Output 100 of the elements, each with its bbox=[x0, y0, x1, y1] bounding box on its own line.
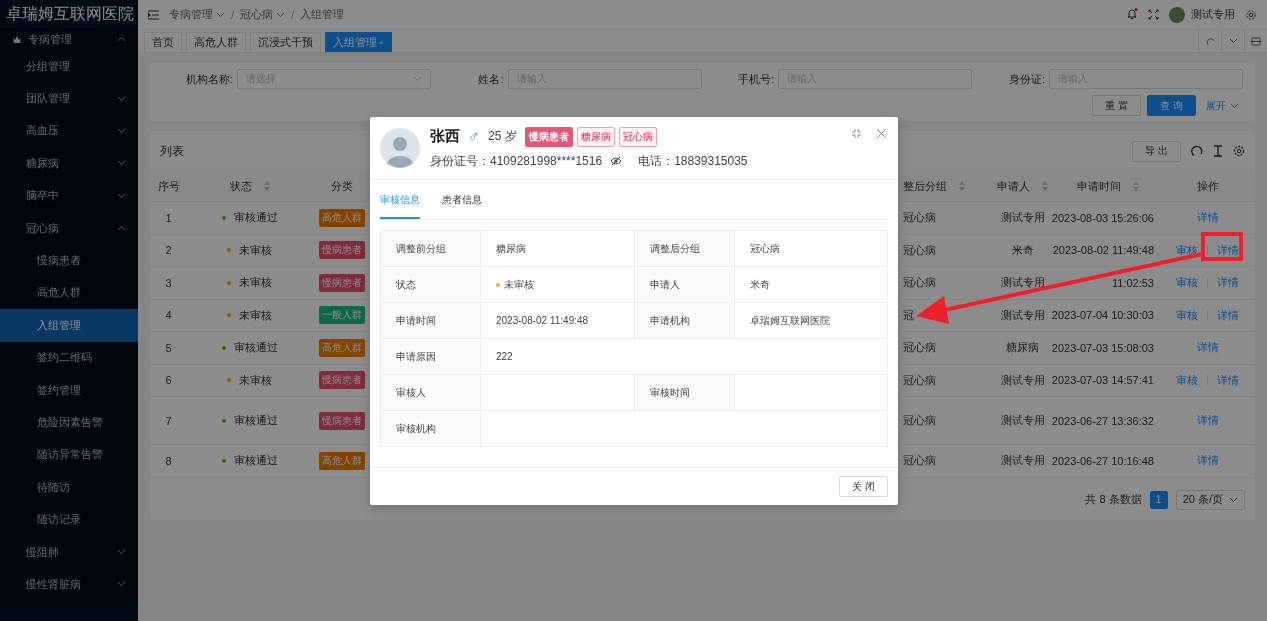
chevron-up-icon bbox=[117, 36, 126, 42]
chevron-down-icon bbox=[412, 76, 422, 82]
refresh-icon[interactable] bbox=[1191, 145, 1203, 157]
expand-icon[interactable] bbox=[1251, 36, 1261, 46]
sidebar-item[interactable]: 危险因素告警 bbox=[0, 406, 138, 439]
sidebar-item[interactable]: 脑卒中 bbox=[0, 179, 138, 212]
patient-tag: 糖尿病 bbox=[576, 126, 615, 147]
action-link[interactable]: 详情 bbox=[1217, 275, 1239, 291]
user-name[interactable]: 测试专用 bbox=[1191, 7, 1235, 22]
action-link[interactable]: 审核 bbox=[1176, 307, 1198, 323]
table-cell: 测试专用 bbox=[1000, 275, 1045, 291]
field-value: 2023-08-02 11:49:48 bbox=[496, 315, 589, 326]
field-label: 申请时间 bbox=[396, 313, 436, 328]
eye-slash-icon[interactable] bbox=[610, 156, 623, 166]
dialog-tab[interactable]: 患者信息 bbox=[442, 193, 482, 219]
page-size-select[interactable]: 20 条/页 bbox=[1175, 489, 1245, 510]
field-value: 糖尿病 bbox=[496, 241, 526, 256]
sidebar-item[interactable]: 慢病患者 bbox=[0, 244, 138, 277]
category-tag: 慢病患者 bbox=[319, 411, 365, 430]
field-value: 冠心病 bbox=[750, 241, 780, 256]
field-label: 审核人 bbox=[396, 385, 426, 400]
sidebar-item[interactable]: 签约二维码 bbox=[0, 341, 138, 374]
sidebar-item[interactable]: 随访记录 bbox=[0, 503, 138, 536]
page-tab[interactable]: 入组管理 × bbox=[325, 32, 392, 52]
action-link[interactable]: 详情 bbox=[1196, 340, 1219, 356]
sidebar-item[interactable]: 待随访 bbox=[0, 471, 138, 504]
field-label: 审核机构 bbox=[396, 421, 436, 436]
export-button[interactable]: 导 出 bbox=[1132, 140, 1181, 162]
close-icon[interactable]: × bbox=[379, 38, 384, 47]
table-cell: 7 bbox=[165, 414, 172, 427]
action-link[interactable]: 详情 bbox=[1196, 210, 1219, 226]
action-link[interactable]: 审核 bbox=[1176, 275, 1198, 291]
chevron-down-icon bbox=[117, 95, 126, 102]
chevron-down-icon bbox=[1230, 102, 1239, 109]
page-tab[interactable]: 沉浸式干预 bbox=[250, 32, 321, 52]
sidebar-item[interactable]: 慢阻肺 bbox=[0, 535, 138, 569]
category-tag: 高危人群 bbox=[319, 208, 365, 227]
breadcrumb-separator: / bbox=[231, 8, 235, 21]
user-avatar[interactable] bbox=[1169, 6, 1185, 23]
action-link[interactable]: 详情 bbox=[1196, 453, 1219, 469]
table-cell: 未审核 bbox=[239, 242, 272, 258]
action-link[interactable]: 审核 bbox=[1176, 372, 1198, 388]
settings-icon[interactable] bbox=[1233, 145, 1245, 157]
fullscreen-icon[interactable] bbox=[1148, 9, 1159, 20]
dialog-tab[interactable]: 审核信息 bbox=[380, 193, 420, 219]
sidebar-item[interactable]: 专病管理 bbox=[0, 28, 138, 50]
total-count: 共 8 条数据 bbox=[1085, 492, 1142, 507]
filter-label: 身份证: bbox=[1008, 71, 1045, 87]
sidebar-item[interactable]: 入组管理 bbox=[0, 309, 138, 342]
table-cell: 5 bbox=[165, 341, 172, 354]
page-button[interactable]: 1 bbox=[1149, 490, 1168, 509]
close-icon[interactable] bbox=[877, 129, 886, 138]
chevron-down-icon bbox=[117, 160, 126, 167]
field-label: 申请原因 bbox=[396, 349, 436, 364]
breadcrumb[interactable]: 专病管理 bbox=[169, 7, 225, 22]
column-height-icon[interactable] bbox=[1213, 145, 1223, 157]
breadcrumb[interactable]: 冠心病 bbox=[240, 7, 286, 22]
search-button[interactable]: 查 询 bbox=[1147, 95, 1196, 116]
bell-icon[interactable] bbox=[1126, 7, 1138, 20]
sidebar-item[interactable]: 糖尿病 bbox=[0, 147, 138, 180]
chevron-down-icon bbox=[216, 11, 225, 18]
patient-name: 张西 bbox=[430, 127, 460, 146]
table-cell: 测试专用 bbox=[1000, 307, 1045, 323]
expand-link[interactable]: 展开 bbox=[1202, 98, 1243, 113]
field-label: 调整前分组 bbox=[396, 241, 446, 256]
sidebar-item[interactable]: 分组管理 bbox=[0, 50, 138, 83]
breadcrumb[interactable]: 入组管理 bbox=[300, 7, 345, 22]
table-cell: 2023-08-02 11:49:48 bbox=[1052, 244, 1154, 257]
table-cell: 2023-07-03 14:57:41 bbox=[1051, 374, 1154, 387]
avatar-icon bbox=[380, 128, 420, 168]
app-logo: 卓瑞姆互联网医院 bbox=[5, 3, 135, 24]
action-link[interactable]: 详情 bbox=[1217, 372, 1239, 388]
table-cell: 米奇 bbox=[1011, 242, 1034, 258]
fullscreen-icon[interactable] bbox=[852, 129, 861, 138]
table-cell: 测试专用 bbox=[1000, 413, 1045, 428]
sidebar-item[interactable]: 团队管理 bbox=[0, 82, 138, 115]
field-value: 未审核 bbox=[504, 277, 534, 292]
field-label: 审核时间 bbox=[650, 385, 690, 400]
chevron-down-icon bbox=[117, 581, 126, 588]
action-link[interactable]: 详情 bbox=[1196, 413, 1219, 428]
page-tab[interactable]: 高危人群 bbox=[186, 32, 246, 52]
sidebar-item[interactable]: 高危人群 bbox=[0, 276, 138, 310]
sidebar-item[interactable]: 签约管理 bbox=[0, 373, 138, 407]
sidebar-item[interactable]: 高血压 bbox=[0, 114, 138, 148]
list-title: 列表 bbox=[160, 142, 184, 160]
close-button[interactable]: 关 闭 bbox=[839, 476, 888, 497]
column-header: 分类 bbox=[331, 178, 353, 194]
refresh-icon[interactable] bbox=[1205, 36, 1215, 46]
action-link[interactable]: 详情 bbox=[1217, 307, 1239, 323]
action-link[interactable]: 详情 bbox=[1217, 242, 1239, 258]
page-tab[interactable]: 首页 bbox=[144, 32, 182, 52]
sidebar-item[interactable]: 随访异常告警 bbox=[0, 438, 138, 472]
table-cell: 审核通过 bbox=[233, 453, 278, 469]
filter-label: 姓名: bbox=[478, 71, 504, 87]
sidebar-item[interactable]: 冠心病 bbox=[0, 211, 138, 245]
category-tag: 高危人群 bbox=[319, 338, 365, 357]
reset-button[interactable]: 重 置 bbox=[1092, 95, 1142, 116]
settings-icon[interactable] bbox=[1245, 8, 1257, 21]
menu-icon[interactable] bbox=[148, 9, 159, 20]
sidebar-item[interactable]: 慢性肾脏病 bbox=[0, 568, 138, 601]
